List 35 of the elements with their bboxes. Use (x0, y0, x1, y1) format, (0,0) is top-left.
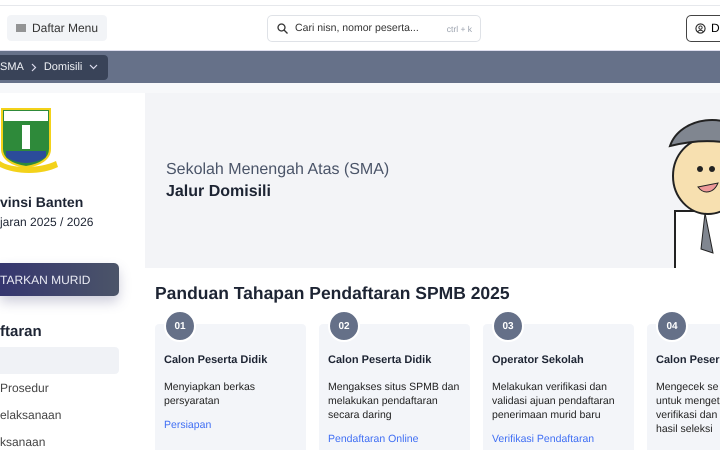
step-description: Menyiapkan berkas persyaratan (164, 380, 256, 408)
step-link[interactable]: Pendaftaran Online (328, 433, 418, 445)
search-icon (277, 22, 288, 34)
guide-title: Panduan Tahapan Pendaftaran SPMB 2025 (155, 283, 511, 304)
step-description: Mengecek se untuk menget verifikasi dan hasil seleksi (656, 380, 720, 436)
step-link[interactable]: Verifikasi Pendaftaran (492, 433, 594, 445)
shortcut-hint: ctrl + k (446, 24, 472, 34)
step-number: 01 (164, 310, 196, 342)
breadcrumb-item[interactable]: SMA (0, 61, 24, 73)
step-title: Calon Peser (656, 354, 720, 366)
section-title: ftaran (0, 323, 43, 340)
menu-icon (16, 24, 26, 32)
step-title: Calon Peserta Didik (164, 354, 268, 366)
step-description: Mengakses situs SPMB dan melakukan pendaftaran secara daring (328, 380, 460, 422)
step-title: Calon Peserta Didik (328, 354, 432, 366)
hero-subtitle: Sekolah Menengah Atas (SMA) (166, 160, 390, 178)
step-number: 04 (656, 310, 688, 342)
academic-year: jaran 2025 / 2026 (0, 215, 94, 229)
hero-title: Jalur Domisili (166, 182, 272, 200)
menu-item[interactable]: elaksanaan (0, 401, 119, 428)
chevron-right-icon (30, 62, 37, 72)
step-title: Operator Sekolah (492, 354, 585, 366)
step-number: 03 (492, 310, 524, 342)
step-number: 02 (328, 310, 360, 342)
province-name: vinsi Banten (0, 194, 84, 210)
step-description: Melakukan verifikasi dan validasi ajuan pendaftaran penerimaan murid baru (492, 380, 616, 422)
user-circle-icon (695, 22, 706, 34)
step-link[interactable]: Persiapan (164, 419, 212, 431)
register-button[interactable]: TARKAN MURID (0, 263, 119, 296)
breadcrumb-item[interactable]: Domisili (44, 61, 82, 73)
chevron-down-icon (89, 64, 98, 70)
menu-item[interactable]: Prosedur (0, 374, 119, 401)
menu-button[interactable]: Daftar Menu (7, 15, 108, 41)
menu-item[interactable]: ksanaan (0, 428, 119, 450)
account-button[interactable]: D (686, 14, 720, 42)
